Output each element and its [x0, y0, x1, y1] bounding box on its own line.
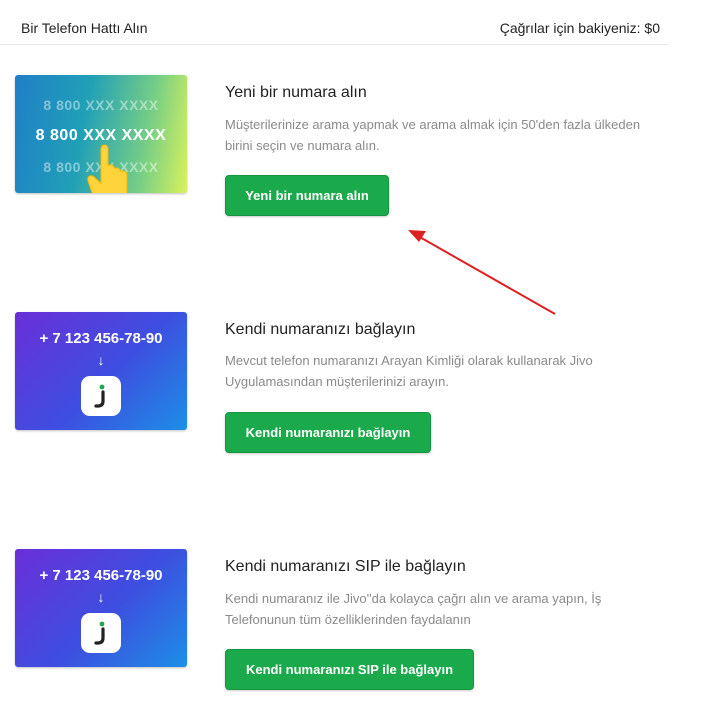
own-number-title: Kendi numaranızı bağlayın [225, 321, 416, 338]
jivo-app-icon [81, 613, 121, 653]
sample-phone-number: + 7 123 456-78-90 [39, 567, 163, 584]
own-number-illustration: + 7 123 456-78-90 ↓ [15, 312, 187, 430]
sip-number-description: Kendi numaranız ile Jivo''da kolayca çağ… [225, 591, 602, 627]
new-number-title: Yeni bir numara alın [225, 84, 367, 101]
page-header: Bir Telefon Hattı Alın Çağrılar için bak… [0, 0, 668, 45]
connect-own-number-button[interactable]: Kendi numaranızı bağlayın [225, 412, 431, 453]
down-arrow-icon: ↓ [97, 589, 105, 605]
sample-phone-number: + 7 123 456-78-90 [39, 330, 163, 347]
jivo-app-icon [81, 376, 121, 416]
balance-text: Çağrılar için bakiyeniz: $0 [499, 20, 660, 36]
connect-sip-number-button[interactable]: Kendi numaranızı SIP ile bağlayın [225, 649, 474, 690]
new-number-description: Müşterilerinize arama yapmak ve arama al… [225, 117, 641, 153]
pointing-hand-icon [87, 144, 128, 193]
sip-number-illustration: + 7 123 456-78-90 ↓ [15, 549, 187, 667]
own-number-description: Mevcut telefon numaranızı Arayan Kimliği… [225, 353, 593, 389]
annotation-arrow-icon [408, 230, 556, 315]
get-new-number-button[interactable]: Yeni bir numara alın [225, 175, 389, 216]
page-title: Bir Telefon Hattı Alın [21, 20, 148, 36]
sample-number-faint: 8 800 XXX XXXX [43, 97, 159, 113]
sip-number-title: Kendi numaranızı SIP ile bağlayın [225, 558, 466, 575]
down-arrow-icon: ↓ [97, 352, 105, 368]
new-number-illustration: 8 800 XXX XXXX 8 800 XXX XXXX 8 800 XXX … [15, 75, 187, 193]
